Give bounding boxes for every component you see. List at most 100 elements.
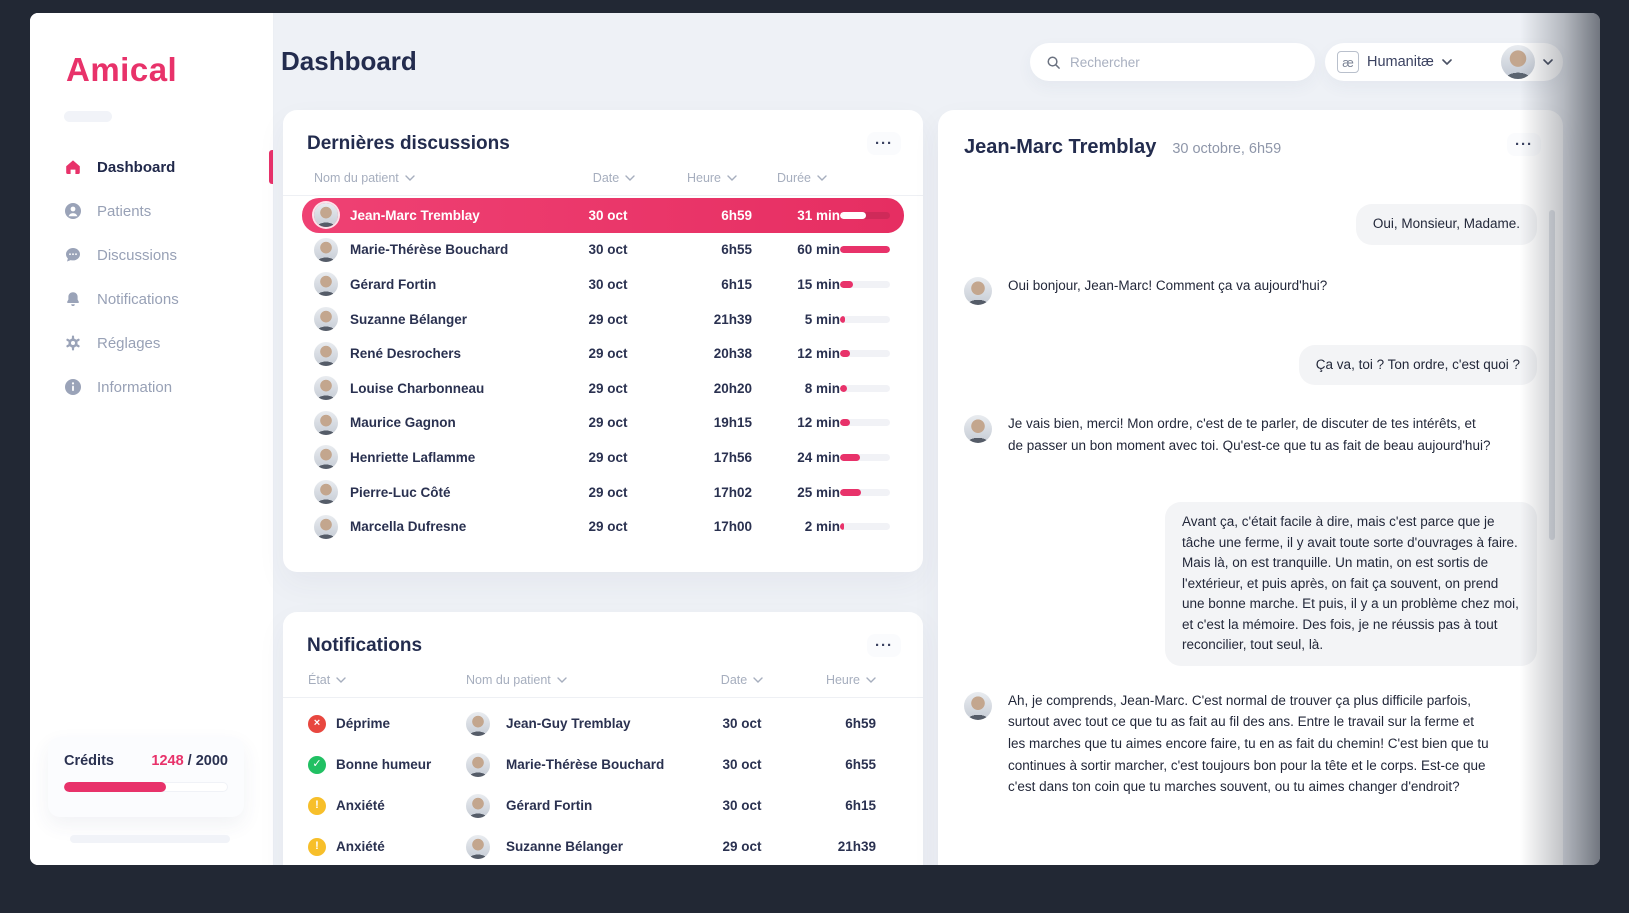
discussions-menu-button[interactable]: ··· — [867, 132, 901, 155]
sort-state[interactable]: État — [308, 673, 466, 687]
date: 29 oct — [556, 485, 660, 500]
time: 17h56 — [660, 450, 752, 465]
duration-bar — [840, 212, 890, 219]
avatar — [314, 272, 338, 296]
sort-name[interactable]: Nom du patient — [466, 673, 692, 687]
patient-name: Jean-Guy Tremblay — [506, 716, 692, 731]
duration-bar — [840, 281, 890, 288]
date: 29 oct — [556, 415, 660, 430]
notifications-menu-button[interactable]: ··· — [867, 634, 901, 657]
table-row[interactable]: Jean-Marc Tremblay 30 oct 6h59 31 min — [302, 198, 904, 233]
info-icon — [64, 378, 82, 396]
app-logo: Amical — [66, 51, 177, 89]
date: 30 oct — [556, 277, 660, 292]
list-item[interactable]: × Déprime Jean-Guy Tremblay 30 oct 6h59 — [302, 706, 904, 741]
avatar — [466, 712, 490, 736]
chevron-down-icon[interactable] — [1543, 59, 1553, 65]
duration-bar — [840, 385, 890, 392]
credits-label: Crédits — [64, 753, 114, 769]
sidebar-item-discussions[interactable]: Discussions — [30, 233, 273, 277]
table-row[interactable]: Suzanne Bélanger 29 oct 21h39 5 min — [302, 302, 904, 337]
credits-progress-track — [64, 782, 228, 792]
sidebar-item-notifications[interactable]: Notifications — [30, 277, 273, 321]
time: 6h15 — [660, 277, 752, 292]
sidebar-item-patients[interactable]: Patients — [30, 189, 273, 233]
sort-date[interactable]: Date — [562, 171, 666, 185]
patient-name: Gérard Fortin — [506, 798, 692, 813]
avatar — [314, 411, 338, 435]
time: 6h15 — [792, 798, 876, 813]
patient-name: Marcella Dufresne — [350, 519, 556, 534]
status-depressed-icon: × — [308, 715, 326, 733]
credits-progress-fill — [64, 782, 166, 792]
sort-duration[interactable]: Durée — [758, 171, 846, 185]
sidebar-item-settings[interactable]: Réglages — [30, 321, 273, 365]
sidebar-item-information[interactable]: Information — [30, 365, 273, 409]
chat-scrollbar[interactable] — [1549, 210, 1555, 540]
table-row[interactable]: Marcella Dufresne 29 oct 17h00 2 min — [302, 509, 904, 544]
list-item[interactable]: ! Anxiété Suzanne Bélanger 29 oct 21h39 — [302, 829, 904, 864]
search-bar — [1030, 43, 1315, 81]
avatar — [314, 480, 338, 504]
table-row[interactable]: Louise Charbonneau 29 oct 20h20 8 min — [302, 371, 904, 406]
sidebar-item-label: Réglages — [97, 335, 160, 352]
user-avatar[interactable] — [1501, 45, 1535, 79]
avatar — [466, 753, 490, 777]
table-row[interactable]: Henriette Laflamme 29 oct 17h56 24 min — [302, 440, 904, 475]
ae-language-icon: æ — [1337, 51, 1359, 73]
table-row[interactable]: Maurice Gagnon 29 oct 19h15 12 min — [302, 406, 904, 441]
patient-name: Gérard Fortin — [350, 277, 556, 292]
assistant-message: Oui bonjour, Jean-Marc! Comment ça va au… — [964, 275, 1537, 305]
patient-name: René Desrochers — [350, 346, 556, 361]
language-selector-label[interactable]: Humanitæ — [1367, 54, 1434, 70]
sort-name[interactable]: Nom du patient — [314, 171, 562, 185]
avatar — [314, 445, 338, 469]
sidebar-item-label: Notifications — [97, 291, 179, 308]
table-row[interactable]: René Desrochers 29 oct 20h38 12 min — [302, 336, 904, 371]
chat-panel: Jean-Marc Tremblay 30 octobre, 6h59 ··· … — [938, 110, 1563, 865]
page-title: Dashboard — [281, 46, 417, 77]
duration-bar — [840, 246, 890, 253]
date: 30 oct — [692, 716, 792, 731]
credits-card: Crédits 1248 / 2000 — [48, 737, 244, 817]
search-icon — [1046, 55, 1061, 70]
chevron-down-icon[interactable] — [1442, 59, 1452, 65]
sort-date[interactable]: Date — [692, 673, 792, 687]
patient-name: Suzanne Bélanger — [350, 312, 556, 327]
credits-used: 1248 — [151, 753, 183, 769]
date: 30 oct — [692, 757, 792, 772]
patient-name: Marie-Thérèse Bouchard — [506, 757, 692, 772]
duration: 60 min — [752, 242, 840, 257]
date: 30 oct — [556, 208, 660, 223]
sidebar-item-dashboard[interactable]: Dashboard — [30, 145, 273, 189]
avatar — [964, 692, 992, 720]
avatar — [314, 238, 338, 262]
discussions-title: Dernières discussions — [307, 133, 510, 155]
assistant-message-text: Oui bonjour, Jean-Marc! Comment ça va au… — [1008, 275, 1327, 297]
date: 30 oct — [692, 798, 792, 813]
avatar — [314, 342, 338, 366]
list-item[interactable]: ✓ Bonne humeur Marie-Thérèse Bouchard 30… — [302, 747, 904, 782]
list-item[interactable]: ! Anxiété Gérard Fortin 30 oct 6h15 — [302, 788, 904, 823]
date: 29 oct — [556, 346, 660, 361]
avatar — [314, 203, 338, 227]
search-input[interactable] — [1070, 55, 1299, 70]
time: 6h55 — [660, 242, 752, 257]
date: 29 oct — [556, 381, 660, 396]
sort-time[interactable]: Heure — [792, 673, 876, 687]
header-controls: æ Humanitæ — [1325, 43, 1563, 81]
time: 6h55 — [792, 757, 876, 772]
sidebar-item-label: Information — [97, 379, 172, 396]
avatar — [964, 277, 992, 305]
table-row[interactable]: Marie-Thérèse Bouchard 30 oct 6h55 60 mi… — [302, 233, 904, 268]
table-row[interactable]: Gérard Fortin 30 oct 6h15 15 min — [302, 267, 904, 302]
table-row[interactable]: Pierre-Luc Côté 29 oct 17h02 25 min — [302, 475, 904, 510]
patient-name: Marie-Thérèse Bouchard — [350, 242, 556, 257]
duration: 8 min — [752, 381, 840, 396]
duration: 15 min — [752, 277, 840, 292]
notifications-card: Notifications ··· État Nom du patient Da… — [283, 612, 923, 865]
sort-time[interactable]: Heure — [666, 171, 758, 185]
time: 17h00 — [660, 519, 752, 534]
chat-menu-button[interactable]: ··· — [1507, 133, 1541, 156]
time: 20h20 — [660, 381, 752, 396]
